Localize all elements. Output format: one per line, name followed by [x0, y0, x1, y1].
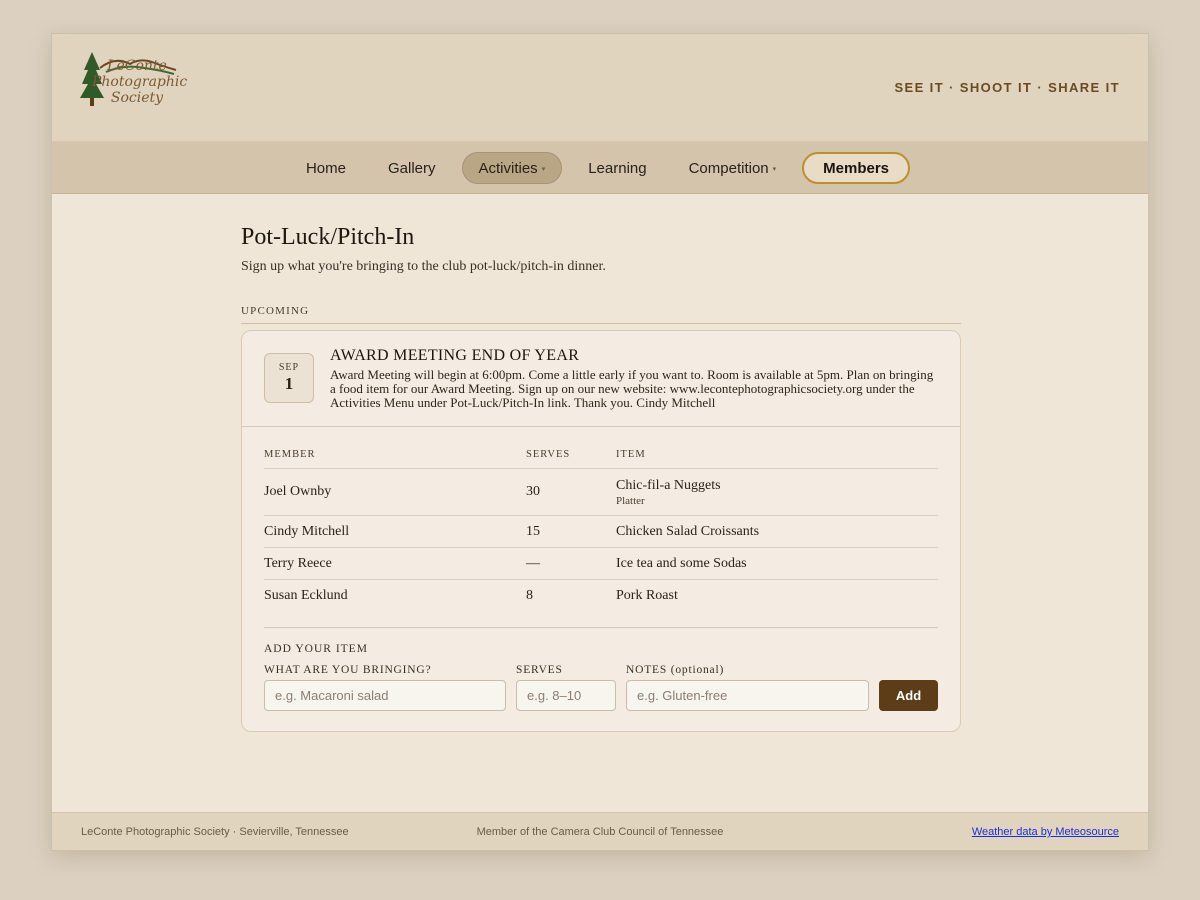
event-card: SEP 1 AWARD MEETING END OF YEAR Award Me… — [241, 330, 961, 732]
row-member: Joel Ownby — [264, 484, 332, 499]
section-label-upcoming: UPCOMING — [241, 305, 961, 324]
row-serves: 30 — [526, 484, 540, 499]
browser-window: LeConte Photographic Society SEE IT · SH… — [51, 33, 1149, 851]
row-serves: 15 — [526, 523, 540, 539]
item-field-label: WHAT ARE YOU BRINGING? — [264, 664, 432, 676]
row-item-name: Ice tea and some Sodas — [616, 555, 747, 571]
add-item-heading: ADD YOUR ITEM — [264, 643, 368, 655]
event-title: AWARD MEETING END OF YEAR — [330, 347, 580, 364]
site-tagline: SEE IT · SHOOT IT · SHARE IT — [894, 80, 1120, 95]
site-header: LeConte Photographic Society SEE IT · SH… — [52, 34, 1148, 142]
page-title: Pot-Luck/Pitch-In — [241, 224, 415, 250]
item-input[interactable] — [264, 680, 506, 711]
event-description: Award Meeting will begin at 6:00pm. Come… — [330, 367, 934, 410]
signup-table: MEMBER SERVES ITEM Joel Ownby 30 Chic-fi… — [264, 449, 938, 612]
event-month: SEP — [278, 362, 300, 373]
nav-members-button[interactable]: Members — [802, 152, 911, 184]
serves-input[interactable] — [516, 680, 616, 711]
site-footer: LeConte Photographic Society · Seviervil… — [52, 812, 1148, 850]
serves-field-label: SERVES — [516, 664, 563, 676]
table-row: Joel Ownby 30 Chic-fil-a Nuggets Platter — [264, 469, 938, 516]
nav-learning[interactable]: Learning — [572, 152, 662, 184]
table-row: Terry Reece — Ice tea and some Sodas — [264, 548, 938, 580]
nav-competition[interactable]: Competition ▾ — [673, 152, 793, 184]
table-row: Cindy Mitchell 15 Chicken Salad Croissan… — [264, 516, 938, 548]
event-header: SEP 1 AWARD MEETING END OF YEAR Award Me… — [242, 331, 960, 427]
row-item-name: Chicken Salad Croissants — [616, 523, 760, 539]
table-row: Susan Ecklund 8 Pork Roast — [264, 580, 938, 612]
weather-credit-link[interactable]: Weather data by Meteosource — [972, 826, 1119, 838]
add-button[interactable]: Add — [879, 680, 938, 711]
row-item-name: Pork Roast — [616, 588, 678, 603]
logo-text: LeConte Photographic Society — [92, 58, 188, 106]
serves-field: SERVES — [516, 664, 616, 711]
nav-activities[interactable]: Activities ▾ — [461, 152, 563, 184]
item-field: WHAT ARE YOU BRINGING? — [264, 664, 506, 711]
col-serves-header: SERVES — [526, 449, 571, 460]
main-content: Pot-Luck/Pitch-In Sign up what you're br… — [241, 224, 961, 732]
nav-home[interactable]: Home — [290, 152, 362, 184]
row-member: Terry Reece — [264, 555, 332, 571]
col-item-header: ITEM — [616, 449, 646, 460]
event-date-badge: SEP 1 — [264, 353, 314, 403]
table-header: MEMBER SERVES ITEM — [264, 449, 938, 469]
event-day: 1 — [284, 374, 294, 393]
row-item-note: Platter — [616, 494, 645, 507]
row-member: Susan Ecklund — [264, 588, 348, 603]
notes-field-label: NOTES (optional) — [626, 664, 725, 676]
main-nav: Home Gallery Activities ▾ Learning Compe… — [52, 142, 1148, 194]
row-serves: 8 — [526, 588, 533, 603]
row-member: Cindy Mitchell — [264, 523, 350, 539]
notes-input[interactable] — [626, 680, 869, 711]
chevron-down-icon: ▾ — [772, 166, 777, 173]
nav-gallery[interactable]: Gallery — [372, 152, 452, 184]
col-member-header: MEMBER — [264, 449, 316, 460]
notes-field: NOTES (optional) — [626, 664, 869, 711]
add-item-form: ADD YOUR ITEM WHAT ARE YOU BRINGING? SER… — [264, 627, 938, 711]
row-item-name: Chic-fil-a Nuggets — [616, 477, 721, 493]
row-item: Chic-fil-a Nuggets Platter — [616, 478, 938, 507]
chevron-down-icon: ▾ — [541, 166, 546, 173]
page-subtitle: Sign up what you're bringing to the club… — [241, 259, 606, 274]
row-serves: — — [526, 555, 540, 571]
